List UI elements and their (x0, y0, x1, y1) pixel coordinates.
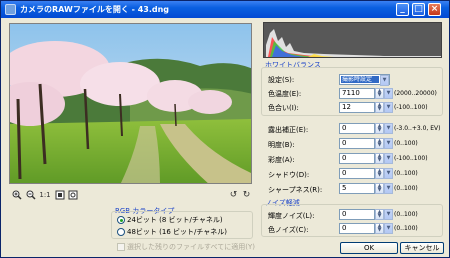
luminance-noise-label: 輝度ノイズ(L): (268, 212, 315, 220)
luminance-noise-spinner[interactable]: ▲ ▼ (375, 209, 384, 220)
saturation-slider-dropdown[interactable]: ▼ (384, 153, 393, 164)
sharpness-slider-dropdown[interactable]: ▼ (384, 183, 393, 194)
color-temp-range: (2000..20000) (394, 90, 437, 97)
radio-24bit-label: 24ビット (8 ビット/チャネル) (127, 216, 223, 224)
color-noise-label: 色ノイズ(C): (268, 226, 309, 234)
wb-setting-select[interactable]: 撮影時設定 ▼ (339, 74, 390, 86)
fit-window-tool[interactable] (54, 190, 65, 201)
luminance-noise-range: (0..100) (394, 211, 418, 218)
tint-spinner[interactable]: ▲ ▼ (375, 102, 384, 113)
preview-photo (10, 24, 251, 183)
radio-24bit[interactable]: 24ビット (8 ビット/チャネル) (117, 215, 223, 225)
saturation-input[interactable]: 0 (339, 153, 375, 164)
wb-setting-label: 設定(S): (268, 76, 295, 84)
full-screen-tool[interactable] (67, 190, 78, 201)
brightness-spinner[interactable]: ▲ ▼ (375, 138, 384, 149)
exposure-label: 露出補正(E): (268, 126, 309, 134)
magnifier-minus-icon (26, 190, 36, 200)
image-preview[interactable] (9, 23, 252, 184)
maximize-button[interactable]: □ (412, 3, 425, 16)
brightness-range: (0..100) (394, 140, 418, 147)
zoom-out-tool[interactable] (25, 190, 36, 201)
magnifier-plus-icon (12, 190, 22, 200)
apply-all-box[interactable] (117, 243, 125, 251)
sharpness-input[interactable]: 5 (339, 183, 375, 194)
shadow-spinner[interactable]: ▲ ▼ (375, 168, 384, 179)
saturation-label: 彩度(A): (268, 156, 295, 164)
sharpness-spinner[interactable]: ▲ ▼ (375, 183, 384, 194)
sharpness-label: シャープネス(R): (268, 186, 323, 194)
shadow-label: シャドウ(D): (268, 171, 310, 179)
sharpness-range: (0..100) (394, 185, 418, 192)
rotate-left-button[interactable]: ↺ (228, 190, 239, 201)
histogram (263, 22, 442, 58)
saturation-range: (-100..100) (394, 155, 428, 162)
shadow-input[interactable]: 0 (339, 168, 375, 179)
cancel-button[interactable]: キャンセル (400, 242, 444, 254)
ok-button[interactable]: OK (340, 242, 398, 254)
actual-size-button[interactable]: 1:1 (39, 190, 51, 201)
chevron-down-icon[interactable]: ▼ (380, 75, 389, 86)
apply-all-label: 選択した残りのファイルすべてに適用(Y) (127, 243, 255, 251)
radio-48bit-dot[interactable] (117, 228, 125, 236)
exposure-range: (-3.0..+3.0, EV) (394, 125, 441, 132)
color-noise-input[interactable]: 0 (339, 223, 375, 234)
apply-all-checkbox[interactable]: 選択した残りのファイルすべてに適用(Y) (117, 242, 255, 252)
radio-24bit-dot[interactable] (117, 216, 125, 224)
app-icon (5, 4, 16, 15)
rotate-right-button[interactable]: ↻ (241, 190, 252, 201)
brightness-label: 明度(B): (268, 141, 295, 149)
color-temp-input[interactable]: 7110 (339, 88, 375, 99)
shadow-slider-dropdown[interactable]: ▼ (384, 168, 393, 179)
color-temp-slider-dropdown[interactable]: ▼ (384, 88, 393, 99)
tint-input[interactable]: 12 (339, 102, 375, 113)
close-button[interactable]: × (428, 3, 441, 16)
raw-dialog-window: カメラのRAWファイルを開く - 43.dng _ □ × 1:1 ↺ ↻ RG… (0, 0, 450, 258)
luminance-noise-input[interactable]: 0 (339, 209, 375, 220)
tint-slider-dropdown[interactable]: ▼ (384, 102, 393, 113)
color-temp-spinner[interactable]: ▲ ▼ (375, 88, 384, 99)
fit-window-icon (55, 190, 64, 200)
full-screen-icon (68, 190, 77, 200)
saturation-spinner[interactable]: ▲ ▼ (375, 153, 384, 164)
color-temp-label: 色温度(E): (268, 90, 302, 98)
exposure-input[interactable]: 0 (339, 123, 375, 134)
tint-label: 色合い(I): (268, 104, 299, 112)
radio-48bit-label: 48ビット (16 ビット/チャネル) (127, 228, 228, 236)
exposure-spinner[interactable]: ▲ ▼ (375, 123, 384, 134)
radio-48bit[interactable]: 48ビット (16 ビット/チャネル) (117, 227, 227, 237)
zoom-in-tool[interactable] (11, 190, 22, 201)
brightness-input[interactable]: 0 (339, 138, 375, 149)
color-noise-range: (0..100) (394, 225, 418, 232)
color-noise-slider-dropdown[interactable]: ▼ (384, 223, 393, 234)
tint-range: (-100..100) (394, 104, 428, 111)
luminance-noise-slider-dropdown[interactable]: ▼ (384, 209, 393, 220)
color-noise-spinner[interactable]: ▲ ▼ (375, 223, 384, 234)
brightness-slider-dropdown[interactable]: ▼ (384, 138, 393, 149)
histogram-graph (266, 29, 441, 57)
window-title: カメラのRAWファイルを開く - 43.dng (20, 5, 170, 14)
title-bar[interactable]: カメラのRAWファイルを開く - 43.dng _ □ × (1, 1, 449, 18)
minimize-button[interactable]: _ (396, 3, 409, 16)
wb-setting-value: 撮影時設定 (341, 76, 379, 83)
exposure-slider-dropdown[interactable]: ▼ (384, 123, 393, 134)
shadow-range: (0..100) (394, 170, 418, 177)
